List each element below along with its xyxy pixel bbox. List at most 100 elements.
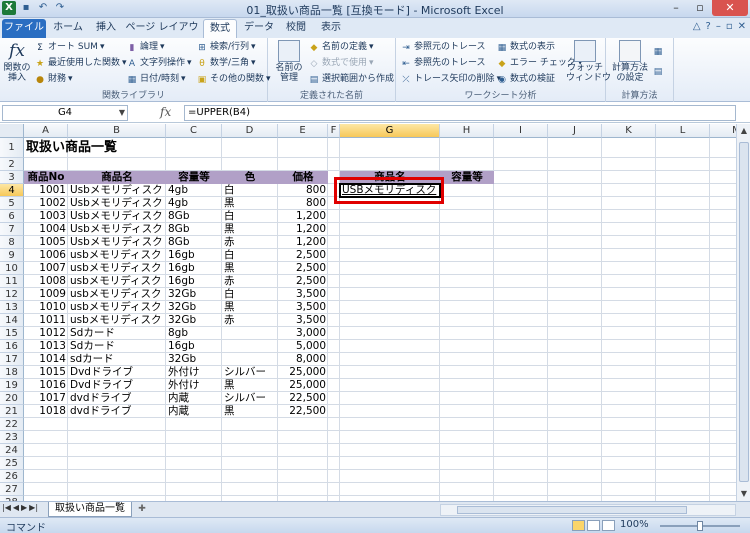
row-header-7[interactable]: 7 <box>0 223 24 236</box>
row-header-21[interactable]: 21 <box>0 405 24 418</box>
trace-precedents-button[interactable]: ⇥ 参照元のトレース <box>400 40 485 55</box>
financial-button[interactable]: ● 財務 ▾ <box>34 72 72 87</box>
next-sheet-icon[interactable]: ▶ <box>21 503 27 512</box>
table-cell[interactable]: 3,500 <box>278 288 328 301</box>
row-header-24[interactable]: 24 <box>0 444 24 457</box>
table-cell[interactable]: usbメモリディスク <box>68 288 166 301</box>
scroll-thumb[interactable] <box>739 142 749 482</box>
table-cell[interactable]: 1015 <box>24 366 68 379</box>
table-cell[interactable]: sdカード <box>68 353 166 366</box>
lookup-header[interactable]: 容量等 <box>440 171 494 184</box>
remove-arrows-button[interactable]: ⤫ トレース矢印の削除 ▾ <box>400 72 501 87</box>
minimize-button[interactable]: – <box>664 0 688 16</box>
column-header-i[interactable]: I <box>494 124 548 138</box>
row-header-8[interactable]: 8 <box>0 236 24 249</box>
table-cell[interactable]: 1018 <box>24 405 68 418</box>
prev-sheet-icon[interactable]: ◀ <box>13 503 19 512</box>
tab-review[interactable]: 校閲 <box>280 19 312 38</box>
row-header-2[interactable]: 2 <box>0 158 24 171</box>
table-cell[interactable]: 1003 <box>24 210 68 223</box>
table-cell[interactable]: 2,500 <box>278 262 328 275</box>
table-cell[interactable]: 赤 <box>222 275 278 288</box>
math-button[interactable]: θ 数学/三角 ▾ <box>196 56 255 71</box>
table-cell[interactable]: 1017 <box>24 392 68 405</box>
date-time-button[interactable]: ▦ 日付/時刻 ▾ <box>126 72 186 87</box>
row-header-13[interactable]: 13 <box>0 301 24 314</box>
row-header-19[interactable]: 19 <box>0 379 24 392</box>
table-cell[interactable]: 3,500 <box>278 314 328 327</box>
row-header-6[interactable]: 6 <box>0 210 24 223</box>
table-cell[interactable]: 800 <box>278 184 328 197</box>
calculate-now-button[interactable]: ▦ <box>652 44 664 59</box>
table-header[interactable]: 容量等 <box>166 171 222 184</box>
table-cell[interactable] <box>222 353 278 366</box>
table-cell[interactable]: 1,200 <box>278 210 328 223</box>
table-cell[interactable] <box>222 340 278 353</box>
row-header-25[interactable]: 25 <box>0 457 24 470</box>
close-button[interactable]: ✕ <box>712 0 748 16</box>
table-cell[interactable]: 黒 <box>222 197 278 210</box>
table-cell[interactable]: 800 <box>278 197 328 210</box>
lookup-button[interactable]: ⊞ 検索/行列 ▾ <box>196 40 255 55</box>
table-cell[interactable]: dvdドライブ <box>68 405 166 418</box>
column-header-k[interactable]: K <box>602 124 656 138</box>
insert-function-button[interactable]: fx 関数の 挿入 <box>2 40 32 83</box>
column-header-g[interactable]: G <box>340 124 440 138</box>
sheet-title[interactable]: 取扱い商品一覧 <box>24 138 244 158</box>
row-header-1[interactable]: 1 <box>0 138 24 158</box>
row-header-9[interactable]: 9 <box>0 249 24 262</box>
table-cell[interactable]: 16gb <box>166 275 222 288</box>
table-cell[interactable]: 赤 <box>222 314 278 327</box>
table-cell[interactable]: Dvdドライブ <box>68 379 166 392</box>
scroll-thumb[interactable] <box>457 506 687 514</box>
logical-button[interactable]: ▮ 論理 ▾ <box>126 40 165 55</box>
window-minimize-icon[interactable]: – <box>716 21 721 32</box>
window-restore-icon[interactable]: ▫ <box>726 21 733 32</box>
table-cell[interactable]: 白 <box>222 210 278 223</box>
row-header-15[interactable]: 15 <box>0 327 24 340</box>
table-cell[interactable]: 3,000 <box>278 327 328 340</box>
table-cell[interactable]: 8,000 <box>278 353 328 366</box>
page-layout-view-icon[interactable] <box>587 520 600 531</box>
table-cell[interactable]: Sdカード <box>68 327 166 340</box>
table-cell[interactable]: Usbメモリディスク <box>68 210 166 223</box>
table-cell[interactable]: usbメモリディスク <box>68 249 166 262</box>
evaluate-formula-button[interactable]: ◉ 数式の検証 <box>496 72 555 87</box>
table-cell[interactable]: 32Gb <box>166 288 222 301</box>
page-break-view-icon[interactable] <box>602 520 615 531</box>
column-header-l[interactable]: L <box>656 124 710 138</box>
table-cell[interactable]: usbメモリディスク <box>68 275 166 288</box>
table-cell[interactable]: 22,500 <box>278 405 328 418</box>
row-header-20[interactable]: 20 <box>0 392 24 405</box>
table-cell[interactable]: 1001 <box>24 184 68 197</box>
scroll-up-icon[interactable]: ▲ <box>737 124 750 138</box>
table-cell[interactable]: 1005 <box>24 236 68 249</box>
define-name-button[interactable]: ◆ 名前の定義 ▾ <box>308 40 374 55</box>
table-cell[interactable]: 16gb <box>166 249 222 262</box>
table-cell[interactable]: 22,500 <box>278 392 328 405</box>
tab-view[interactable]: 表示 <box>314 19 348 38</box>
calculate-sheet-button[interactable]: ▤ <box>652 64 664 79</box>
vertical-scrollbar[interactable]: ▲ ▼ <box>736 124 750 501</box>
row-header-22[interactable]: 22 <box>0 418 24 431</box>
row-header-4[interactable]: 4 <box>0 184 24 197</box>
table-header[interactable]: 商品No <box>24 171 68 184</box>
table-header[interactable]: 商品名 <box>68 171 166 184</box>
row-header-16[interactable]: 16 <box>0 340 24 353</box>
table-cell[interactable]: 32Gb <box>166 353 222 366</box>
column-header-d[interactable]: D <box>222 124 278 138</box>
column-header-f[interactable]: F <box>328 124 340 138</box>
table-cell[interactable]: 4gb <box>166 184 222 197</box>
window-close-icon[interactable]: ✕ <box>738 21 746 32</box>
column-header-e[interactable]: E <box>278 124 328 138</box>
zoom-slider[interactable] <box>660 521 740 531</box>
maximize-button[interactable]: ▫ <box>688 0 712 16</box>
table-cell[interactable]: 1,200 <box>278 223 328 236</box>
tab-home[interactable]: ホーム <box>48 19 88 38</box>
table-cell[interactable]: 1006 <box>24 249 68 262</box>
show-formulas-button[interactable]: ▦ 数式の表示 <box>496 40 555 55</box>
table-cell[interactable]: 1008 <box>24 275 68 288</box>
table-header[interactable]: 色 <box>222 171 278 184</box>
table-cell[interactable]: 1,200 <box>278 236 328 249</box>
table-cell[interactable]: 25,000 <box>278 366 328 379</box>
